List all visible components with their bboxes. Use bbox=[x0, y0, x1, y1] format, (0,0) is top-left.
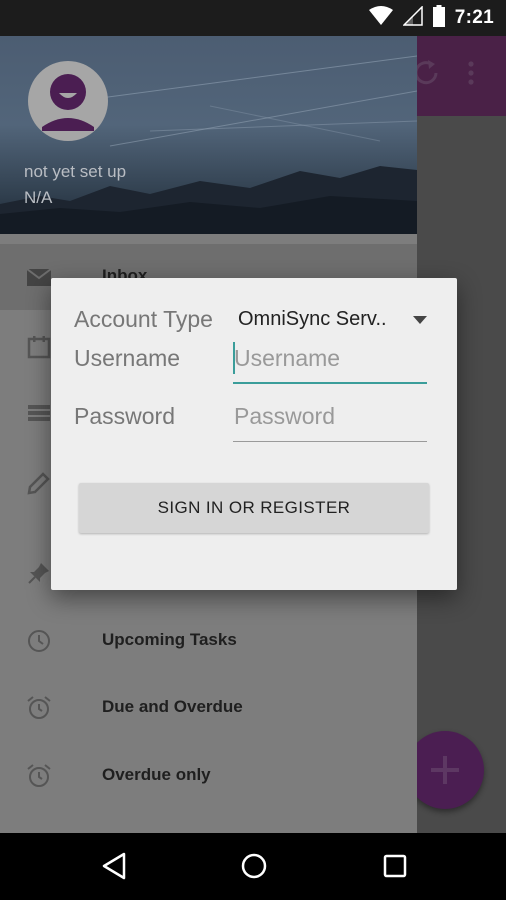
nav-item-upcoming-tasks[interactable]: Upcoming Tasks bbox=[0, 608, 417, 674]
username-input[interactable] bbox=[233, 342, 428, 374]
nav-item-overdue-only[interactable]: Overdue only bbox=[0, 743, 417, 809]
app-toolbar bbox=[414, 36, 506, 116]
alarm-icon bbox=[26, 763, 52, 789]
account-email: N/A bbox=[24, 188, 53, 207]
drawer-header: not yet set up N/A bbox=[0, 36, 417, 234]
nav-item-label: Due and Overdue bbox=[102, 697, 243, 716]
recents-icon[interactable] bbox=[381, 851, 409, 886]
nav-item-label: Upcoming Tasks bbox=[102, 630, 237, 649]
calendar-icon bbox=[26, 334, 52, 360]
sign-in-dialog: Account Type OmniSync Serv.. Username Pa… bbox=[51, 278, 457, 590]
nav-item-label: Overdue only bbox=[102, 765, 211, 784]
pin-icon bbox=[26, 560, 52, 586]
password-input[interactable] bbox=[233, 400, 428, 432]
status-time: 7:21 bbox=[454, 7, 494, 28]
plus-icon bbox=[431, 756, 459, 784]
edit-icon bbox=[26, 470, 52, 496]
alarm-icon bbox=[26, 695, 52, 721]
dropdown-arrow-icon bbox=[413, 316, 427, 324]
system-nav-bar bbox=[0, 833, 506, 900]
person-icon bbox=[42, 74, 94, 131]
list-icon bbox=[26, 400, 52, 426]
add-task-fab[interactable] bbox=[406, 731, 484, 809]
mail-icon bbox=[26, 264, 52, 290]
status-bar: 7:21 bbox=[0, 0, 506, 36]
password-underline bbox=[233, 441, 427, 442]
password-label: Password bbox=[74, 403, 175, 429]
battery-icon bbox=[432, 4, 445, 32]
sign-in-or-register-button[interactable]: SIGN IN OR REGISTER bbox=[79, 483, 429, 533]
wifi-icon bbox=[368, 5, 393, 31]
avatar[interactable] bbox=[28, 61, 108, 141]
nav-item-due-and-overdue[interactable]: Due and Overdue bbox=[0, 675, 417, 741]
signal-icon bbox=[401, 4, 423, 31]
more-vert-icon[interactable] bbox=[467, 60, 475, 91]
account-type-value: OmniSync Serv.. bbox=[238, 308, 387, 330]
home-icon[interactable] bbox=[239, 851, 269, 886]
username-underline bbox=[233, 382, 427, 384]
clock-icon bbox=[26, 628, 52, 654]
account-type-label: Account Type bbox=[74, 306, 213, 332]
back-icon[interactable] bbox=[100, 851, 128, 886]
account-name: not yet set up bbox=[24, 162, 127, 181]
username-label: Username bbox=[74, 345, 181, 371]
text-cursor bbox=[233, 342, 235, 374]
